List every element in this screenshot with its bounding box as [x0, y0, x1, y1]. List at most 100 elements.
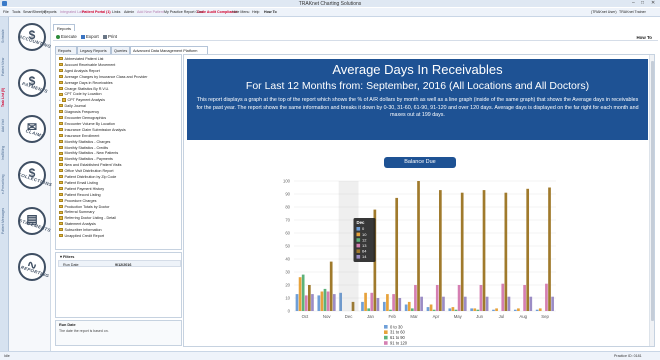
nav-statements[interactable]: ▤ STATEMENTS [14, 203, 52, 241]
print-button[interactable]: Print [103, 34, 117, 39]
report-tree-label: Patient Record Listing [64, 192, 101, 197]
report-icon [59, 175, 63, 179]
menu-help[interactable]: Help [252, 10, 259, 14]
menu-admin[interactable]: Admin [124, 10, 134, 14]
chart-bar [470, 308, 473, 311]
report-icon [59, 169, 63, 173]
strip-task-list[interactable]: Task List (5) [1, 83, 8, 113]
menu-file[interactable]: File [3, 10, 9, 14]
chart-bar [504, 192, 508, 311]
report-icon [59, 163, 63, 167]
menu-hide-menu[interactable]: Hide Menu [232, 10, 249, 14]
tab-legacy-reports[interactable]: Legacy Reports [77, 46, 111, 54]
report-icon [59, 86, 63, 90]
chart-bar [476, 309, 480, 311]
left-side-strip: Schedule Patient View Task List (5) Add … [0, 17, 9, 351]
chart-x-tick-label: Oct [302, 314, 309, 319]
tab-reports[interactable]: Reports [55, 46, 77, 54]
chart-tooltip-swatch [356, 249, 361, 253]
chart-tooltip-value: 14 [362, 254, 367, 259]
chart-legend-swatch [384, 330, 388, 334]
strip-patient-view[interactable]: Patient View [1, 53, 8, 81]
report-view: Average Days In Receivables For Last 12 … [183, 54, 655, 347]
report-icon [59, 127, 63, 132]
export-button[interactable]: Export [81, 34, 99, 39]
report-subtitle: For Last 12 Months from: September, 2016… [245, 80, 590, 92]
nav-collections[interactable]: $ COLLECTIONS [14, 157, 53, 195]
chart-bar [367, 308, 371, 311]
report-tree-label: Patient Distribution by Zip Code [64, 175, 117, 179]
execute-button[interactable]: Execute [56, 34, 77, 39]
nav-payments[interactable]: $ PAYMENTS [14, 65, 52, 103]
report-tree-label: Patient Payment History [64, 186, 105, 191]
menu-tools[interactable]: Tools [12, 10, 20, 14]
menu-patient-portal[interactable]: Patient Portal (1) [82, 10, 111, 14]
chart-bar [389, 309, 392, 311]
report-title: Average Days In Receivables [332, 62, 503, 77]
menu-smartsheets[interactable]: SmartSheet(s) [23, 10, 46, 14]
nav-accounting[interactable]: $ ACCOUNTING [14, 19, 52, 57]
nav-claims[interactable]: ✉ CLAIMS [14, 111, 52, 149]
report-tree-label: Insurance Enrollment [64, 133, 100, 138]
chart-y-tick-label: 30 [285, 270, 290, 275]
report-icon [59, 234, 63, 238]
filter-value[interactable]: 9/12/2016 [115, 263, 131, 267]
menu-how-to[interactable]: How To [264, 10, 277, 14]
filter-row-run-date[interactable]: Run Date 9/12/2016 [58, 260, 181, 267]
minimize-button[interactable]: – [632, 0, 635, 6]
report-tree-label: Production Totals by Doctor [64, 204, 110, 209]
chart-bar [439, 190, 442, 311]
report-icon [59, 186, 63, 191]
chart-title-button[interactable]: Balance Due [384, 157, 456, 168]
menu-links[interactable]: Links [112, 10, 120, 14]
report-tree-label: Charge Statistics By R.V.U. [64, 86, 110, 91]
strip-schedule[interactable]: Schedule [1, 21, 8, 51]
chart-bar [392, 294, 395, 311]
chart-bar [429, 304, 433, 311]
menu-reports[interactable]: Reports [44, 10, 57, 14]
export-icon [81, 34, 85, 39]
chart-legend-swatch [384, 341, 388, 345]
report-tree-item[interactable]: Unapplied Credit Report [59, 234, 104, 240]
chart-x-tick-label: Feb [389, 314, 397, 319]
reports-tab[interactable]: Reports [53, 24, 75, 31]
report-banner: Average Days In Receivables For Last 12 … [187, 59, 648, 140]
window-titlebar: TRAKnet Charting Solutions – □ ✕ [0, 0, 660, 7]
report-tree-label: Office Visit Distribution Report [64, 169, 114, 174]
report-icon [59, 122, 63, 126]
tab-queries[interactable]: Queries [111, 46, 130, 54]
chart-y-tick-label: 90 [285, 192, 290, 197]
chart-bar [526, 188, 530, 311]
nav-reporting[interactable]: ∿ REPORTING [14, 249, 52, 287]
report-scrollbar[interactable] [649, 55, 654, 346]
scrollbar-thumb[interactable] [651, 61, 654, 321]
chart-bar [407, 301, 411, 311]
report-tree-label: Insurance Claim Submission Analysis [64, 127, 126, 132]
report-icon [59, 204, 63, 208]
tab-advanced-data-management[interactable]: Advanced Data Management Platform [130, 46, 208, 54]
strip-ins-billing[interactable]: Ins/Billing [1, 139, 8, 167]
module-nav: $ ACCOUNTING $ PAYMENTS ✉ CLAIMS $ COLLE… [9, 17, 53, 351]
status-left: Idle [4, 354, 10, 358]
report-tree-label: Average Charges by Insurance Class and P… [64, 74, 148, 79]
strip-patient-messages[interactable]: Patient Messages [1, 201, 8, 241]
strip-eprescribing[interactable]: e-Prescribing [1, 169, 8, 199]
chart-bar [432, 309, 436, 311]
chart-legend-label: 31 to 60 [390, 330, 406, 335]
how-to-link[interactable]: How To [636, 35, 652, 40]
close-button[interactable]: ✕ [651, 0, 655, 6]
chart-bar [517, 308, 520, 311]
chart-bar [395, 197, 399, 311]
chart-bar [361, 301, 364, 311]
chart-tooltip-swatch [356, 255, 361, 259]
chart-bar [473, 308, 477, 311]
chart-bar [457, 285, 461, 311]
menu-add-new-patient[interactable]: Add New Patient [137, 10, 164, 14]
strip-add-visit[interactable]: Add Visit [1, 115, 8, 137]
maximize-button[interactable]: □ [641, 0, 644, 6]
chart-bar [295, 294, 299, 311]
filter-key: Run Date [63, 262, 79, 267]
chart-bar [304, 295, 308, 311]
report-icon [59, 151, 63, 155]
chart-bar [479, 285, 483, 311]
